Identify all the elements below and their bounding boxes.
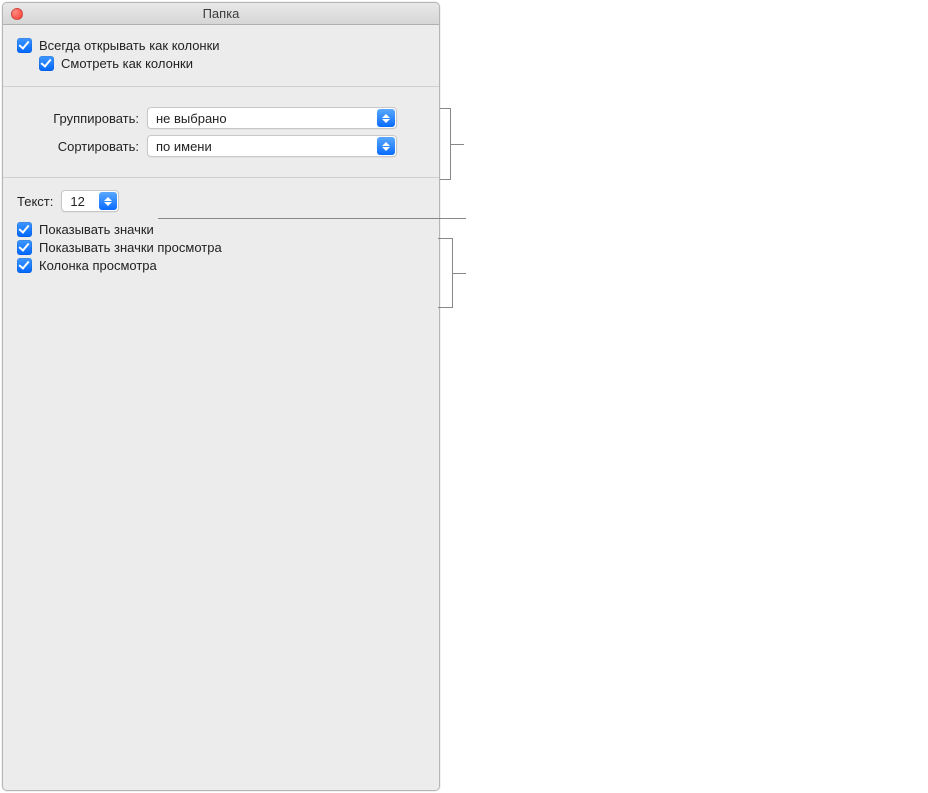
preview-column-label: Колонка просмотра [39, 258, 157, 273]
chevron-updown-icon [377, 137, 395, 155]
show-icon-preview-label: Показывать значки просмотра [39, 240, 222, 255]
section-grouping: Группировать: не выбрано Сортировать: по… [3, 87, 439, 178]
sort-popup[interactable]: по имени [147, 135, 397, 157]
chevron-updown-icon [99, 192, 117, 210]
annotation-line [158, 218, 466, 219]
window-controls [11, 8, 23, 20]
checkbox-checked-icon[interactable] [17, 258, 32, 273]
window-title: Папка [3, 6, 439, 21]
sort-row: Сортировать: по имени [17, 135, 425, 157]
folder-view-options-window: Папка Всегда открывать как колонки Смотр… [2, 2, 440, 791]
show-icons-label: Показывать значки [39, 222, 154, 237]
group-label: Группировать: [17, 111, 147, 126]
text-size-popup[interactable]: 12 [61, 190, 119, 212]
checkbox-checked-icon[interactable] [17, 240, 32, 255]
chevron-updown-icon [377, 109, 395, 127]
preview-column-row[interactable]: Колонка просмотра [17, 258, 425, 273]
checkbox-checked-icon[interactable] [17, 38, 32, 53]
browse-row[interactable]: Смотреть как колонки [39, 56, 425, 71]
browse-label: Смотреть как колонки [61, 56, 193, 71]
sort-value: по имени [156, 139, 212, 154]
group-value: не выбрано [156, 111, 227, 126]
annotation-bracket [440, 108, 462, 180]
section-view-mode: Всегда открывать как колонки Смотреть ка… [3, 25, 439, 87]
section-text-options: Текст: 12 Показывать значки Показывать з… [3, 178, 439, 790]
titlebar: Папка [3, 3, 439, 25]
annotation-bracket [438, 238, 466, 308]
group-row: Группировать: не выбрано [17, 107, 425, 129]
text-size-value: 12 [70, 194, 84, 209]
checkbox-checked-icon[interactable] [39, 56, 54, 71]
text-size-label: Текст: [17, 194, 53, 209]
always-open-row[interactable]: Всегда открывать как колонки [17, 38, 425, 53]
group-popup[interactable]: не выбрано [147, 107, 397, 129]
close-icon[interactable] [11, 8, 23, 20]
text-size-row: Текст: 12 [17, 190, 425, 212]
always-open-label: Всегда открывать как колонки [39, 38, 220, 53]
sort-label: Сортировать: [17, 139, 147, 154]
show-icons-row[interactable]: Показывать значки [17, 222, 425, 237]
show-icon-preview-row[interactable]: Показывать значки просмотра [17, 240, 425, 255]
checkbox-checked-icon[interactable] [17, 222, 32, 237]
